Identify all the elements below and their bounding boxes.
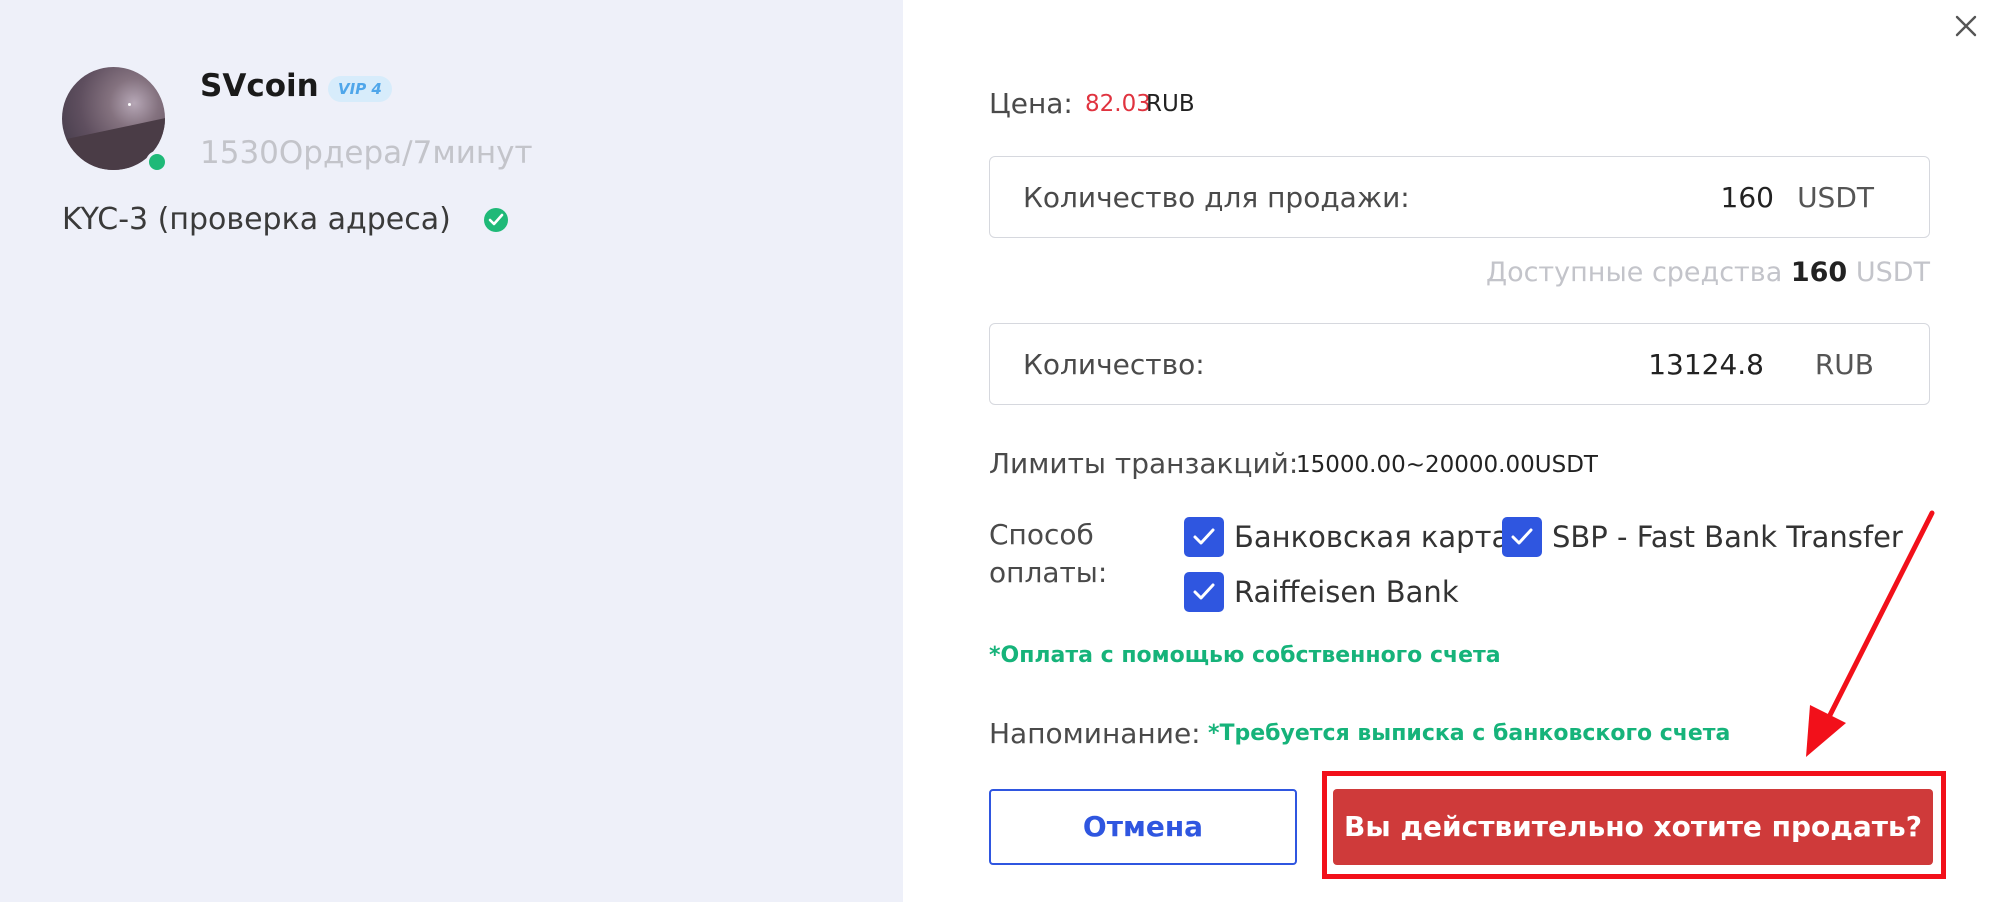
confirm-sell-button[interactable]: Вы действительно хотите продать?: [1333, 789, 1933, 865]
vip-badge: VIP 4: [328, 76, 392, 102]
limits-label: Лимиты транзакций:: [989, 447, 1299, 480]
sell-amount-value[interactable]: 160: [1721, 181, 1774, 214]
checkbox-checked-icon[interactable]: [1502, 517, 1542, 557]
price-unit: RUB: [1146, 91, 1195, 117]
online-status-dot: [146, 151, 168, 173]
payment-method-raiffeisen[interactable]: Raiffeisen Bank: [1234, 575, 1459, 609]
reminder-label: Напоминание:: [989, 717, 1201, 750]
sell-amount-label: Количество для продажи:: [1023, 181, 1410, 214]
available-funds-value: 160: [1790, 257, 1848, 288]
available-funds-label: Доступные средства: [1485, 257, 1783, 288]
kyc-status: KYC-3 (проверка адреса): [62, 202, 451, 237]
seller-name: SVcoin: [200, 68, 319, 104]
price-label: Цена:: [989, 87, 1073, 120]
checkbox-checked-icon[interactable]: [1184, 517, 1224, 557]
available-funds: Доступные средства 160 USDT: [1486, 257, 1930, 288]
payment-method-bank-card[interactable]: Банковская карта: [1234, 520, 1509, 554]
available-funds-unit: USDT: [1855, 257, 1930, 288]
seller-stats: 1530Ордера/7минут: [200, 135, 533, 171]
sell-amount-unit: USDT: [1797, 181, 1874, 214]
avatar-star-shape: [128, 103, 131, 106]
seller-panel: SVcoin VIP 4 1530Ордера/7минут KYC-3 (пр…: [0, 0, 903, 902]
sell-amount-field[interactable]: Количество для продажи: 160 USDT: [989, 156, 1930, 238]
check-circle-icon: [484, 208, 508, 232]
annotation-arrow-icon: [1806, 510, 1935, 757]
payment-method-label: Способ оплаты:: [989, 518, 1108, 589]
checkbox-checked-icon[interactable]: [1184, 572, 1224, 612]
own-account-note: *Оплата с помощью собственного счета: [989, 643, 1501, 668]
limits-value: 15000.00~20000.00USDT: [1296, 452, 1598, 478]
price-value: 82.03: [1085, 91, 1151, 117]
receive-amount-value[interactable]: 13124.8: [1648, 348, 1764, 381]
reminder-value: *Требуется выписка с банковского счета: [1208, 721, 1731, 746]
receive-amount-label: Количество:: [1023, 348, 1205, 381]
receive-amount-unit: RUB: [1814, 348, 1874, 381]
close-icon[interactable]: [1948, 8, 1984, 44]
cancel-button[interactable]: Отмена: [989, 789, 1297, 865]
receive-amount-field[interactable]: Количество: 13124.8 RUB: [989, 323, 1930, 405]
